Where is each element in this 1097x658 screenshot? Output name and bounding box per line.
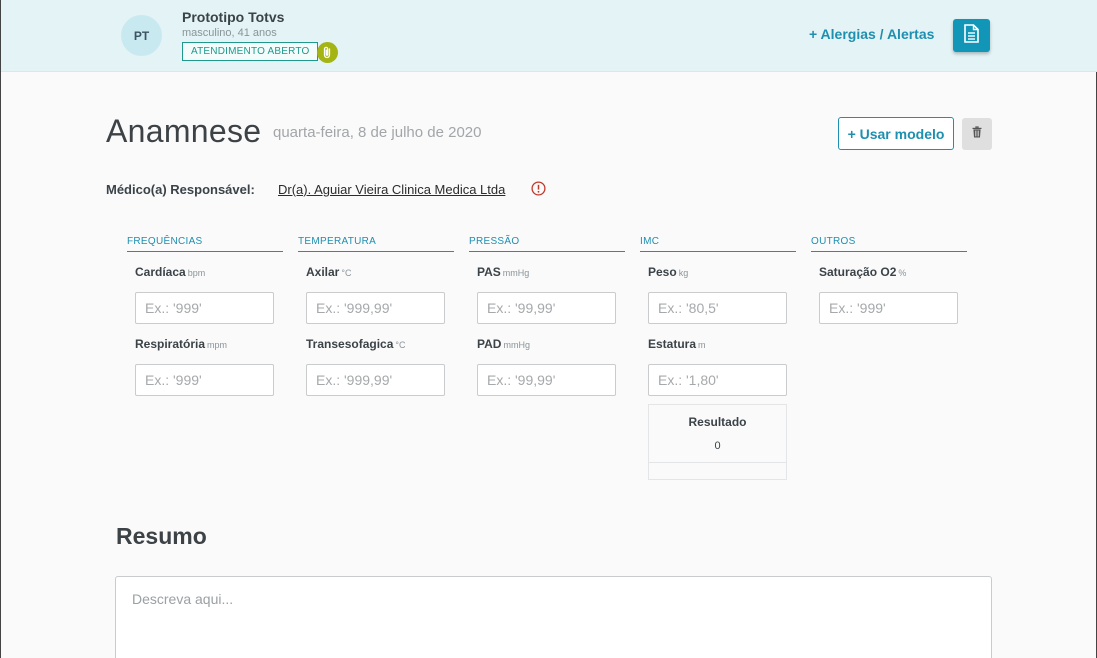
imc-result-label: Resultado — [688, 415, 747, 429]
doctor-name-link[interactable]: Dr(a). Aguiar Vieira Clinica Medica Ltda — [278, 182, 505, 197]
document-button[interactable] — [953, 19, 990, 52]
document-icon — [964, 23, 979, 48]
cardiaca-label: Cardíaca bpm — [135, 265, 206, 279]
peso-input[interactable] — [648, 292, 787, 324]
pad-input[interactable] — [477, 364, 616, 396]
page-date: quarta-feira, 8 de julho de 2020 — [273, 124, 482, 141]
patient-name: Prototipo Totvs — [182, 9, 285, 25]
axilar-label: Axilar °C — [306, 265, 352, 279]
paperclip-icon[interactable] — [317, 42, 338, 63]
use-model-button[interactable]: + Usar modelo — [838, 117, 954, 150]
saturacao-input[interactable] — [819, 292, 958, 324]
imc-result-value: 0 — [714, 440, 721, 452]
page-title: Anamnese — [106, 113, 262, 149]
resumo-title: Resumo — [116, 523, 207, 549]
trash-icon — [972, 125, 982, 143]
imc-result-box: Resultado 0 — [648, 404, 787, 480]
cardiaca-input[interactable] — [135, 292, 274, 324]
axilar-input[interactable] — [306, 292, 445, 324]
pressao-header: PRESSÃO — [469, 236, 625, 252]
pas-input[interactable] — [477, 292, 616, 324]
estatura-label: Estatura m — [648, 337, 706, 351]
respiratoria-input[interactable] — [135, 364, 274, 396]
patient-details: masculino, 41 anos — [182, 27, 277, 39]
pas-label: PAS mmHg — [477, 265, 530, 279]
peso-label: Peso kg — [648, 265, 689, 279]
info-icon[interactable] — [531, 181, 546, 196]
respiratoria-label: Respiratória mpm — [135, 337, 228, 351]
alerts-link[interactable]: + Alergias / Alertas — [809, 26, 934, 42]
transesofagica-label: Transesofagica °C — [306, 337, 406, 351]
estatura-input[interactable] — [648, 364, 787, 396]
imc-header: IMC — [640, 236, 796, 252]
frequencias-header: FREQUÊNCIAS — [127, 236, 283, 252]
transesofagica-input[interactable] — [306, 364, 445, 396]
delete-button[interactable] — [962, 118, 992, 150]
resumo-textarea[interactable] — [115, 576, 992, 658]
doctor-label: Médico(a) Responsável: — [106, 182, 255, 197]
avatar: PT — [121, 15, 162, 56]
outros-header: OUTROS — [811, 236, 967, 252]
status-badge: ATENDIMENTO ABERTO — [182, 42, 319, 61]
temperatura-header: TEMPERATURA — [298, 236, 454, 252]
pad-label: PAD mmHg — [477, 337, 530, 351]
saturacao-label: Saturação O2% — [819, 265, 907, 279]
divider — [649, 462, 786, 463]
patient-header: PT Prototipo Totvs masculino, 41 anos AT… — [1, 0, 1097, 72]
